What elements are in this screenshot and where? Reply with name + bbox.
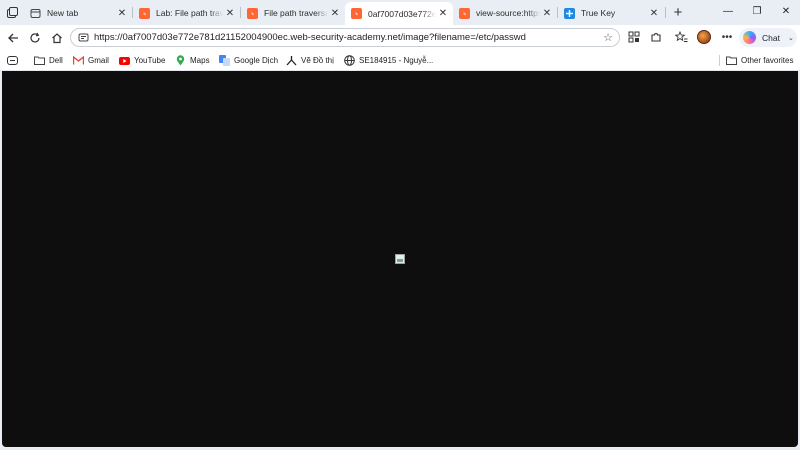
tab-file-path-traversal[interactable]: File path traversal, traversal sequences… [241,2,345,24]
new-tab-button[interactable]: + [670,5,686,21]
close-tab-icon[interactable]: ✕ [223,8,237,19]
bookmark-label: Vẽ Đồ thị [301,56,334,65]
tab-view-source[interactable]: view-source:https://0af7007d03e772e781d2… [453,2,557,24]
chevron-down-icon[interactable]: ⌄ [788,34,794,42]
settings-menu-button[interactable]: ••• [719,29,735,45]
folder-icon [34,55,45,66]
copilot-chat-button[interactable]: Chat ⌄ [739,28,797,47]
puzzle-icon [651,33,661,42]
collections-button[interactable] [7,54,18,67]
other-favorites-label: Other favorites [741,56,794,65]
bookmark-gmail[interactable]: Gmail [73,54,109,67]
close-tab-icon[interactable]: ✕ [328,8,342,19]
browser-toolbar: https://0af7007d03e772e781d21152004900ec… [0,25,800,50]
youtube-icon [119,55,130,66]
google-translate-icon [219,55,230,66]
home-button[interactable] [49,30,64,45]
close-window-button[interactable]: ✕ [772,3,800,21]
bookmark-label: YouTube [134,56,166,65]
tab-new-tab[interactable]: New tab ✕ [24,2,132,24]
globe-icon [344,55,355,66]
close-tab-icon[interactable]: ✕ [647,8,661,19]
bookmark-google-translate[interactable]: Google Dịch [219,54,278,67]
tab-title: File path traversal, traversal sequences [264,8,328,18]
refresh-button[interactable] [27,30,42,45]
tab-lab-file-path-traversal[interactable]: Lab: File path traversal, simple case ✕ [133,2,240,24]
bookmark-ve-do-thi[interactable]: Vẽ Đồ thị [286,54,334,67]
portswigger-icon [139,7,150,19]
bookmark-label: Google Dịch [234,56,279,65]
favorite-star-icon[interactable]: ☆ [603,31,613,44]
favorites-icon [674,31,687,42]
close-tab-icon[interactable]: ✕ [115,8,129,19]
other-favorites-folder[interactable]: Other favorites [726,54,793,67]
bookmarks-bar: Dell Gmail YouTube Maps Google Dịch Vẽ Đ… [0,50,800,71]
workspaces-icon [7,7,18,18]
bookmark-se184915[interactable]: SE184915 - Nguyễ... [344,54,433,67]
maps-icon [175,55,186,66]
tab-strip: New tab ✕ Lab: File path traversal, simp… [0,0,800,25]
address-bar[interactable]: https://0af7007d03e772e781d21152004900ec… [70,28,620,47]
broken-image-icon [395,254,405,264]
tab-title: 0af7007d03e772e781d21152004900ec [368,8,436,19]
chat-button-label: Chat [762,32,780,43]
address-url[interactable]: https://0af7007d03e772e781d21152004900ec… [94,32,526,43]
bookmark-label: SE184915 - Nguyễ... [359,56,434,65]
bookmark-label: Gmail [88,56,109,65]
new-tab-icon [30,8,41,19]
back-button[interactable] [5,30,20,45]
folder-icon [726,55,737,66]
gmail-icon [73,55,84,66]
tab-title: New tab [47,8,79,18]
graph-icon [286,55,297,66]
bookmarks-divider [719,55,720,66]
refresh-icon [29,32,40,43]
truekey-icon [564,7,575,19]
tab-title: Lab: File path traversal, simple case [156,8,223,18]
profile-avatar[interactable] [697,30,711,44]
extensions-button[interactable] [648,29,664,45]
app-available-button[interactable] [626,29,642,45]
home-icon [51,32,62,43]
collections-icon [7,56,18,65]
tab-title: True Key [581,8,616,18]
bookmark-maps[interactable]: Maps [175,54,210,67]
bookmark-youtube[interactable]: YouTube [119,54,165,67]
copilot-icon [743,31,756,44]
bookmark-dell[interactable]: Dell [34,54,63,67]
apps-grid-icon [628,31,640,43]
bookmark-label: Dell [49,56,63,65]
bookmark-label: Maps [190,56,210,65]
close-tab-icon[interactable]: ✕ [540,8,554,19]
favorites-button[interactable] [673,29,689,45]
minimize-button[interactable]: — [714,3,742,21]
tab-divider [665,7,666,18]
tab-true-key[interactable]: True Key ✕ [558,2,664,24]
more-options-icon: ••• [721,31,733,43]
close-tab-icon[interactable]: ✕ [436,8,450,19]
restore-button[interactable]: ❐ [743,3,771,21]
portswigger-icon [459,7,470,19]
portswigger-icon [247,7,258,19]
back-arrow-icon [7,33,18,42]
tab-title: view-source:https://0af7007d03e772e781d2… [476,8,540,18]
page-content [2,71,798,447]
tab-active-image[interactable]: 0af7007d03e772e781d21152004900ec ✕ [345,2,453,25]
site-info-icon[interactable] [77,32,89,44]
portswigger-icon [351,8,362,19]
workspaces-button[interactable] [4,4,21,21]
